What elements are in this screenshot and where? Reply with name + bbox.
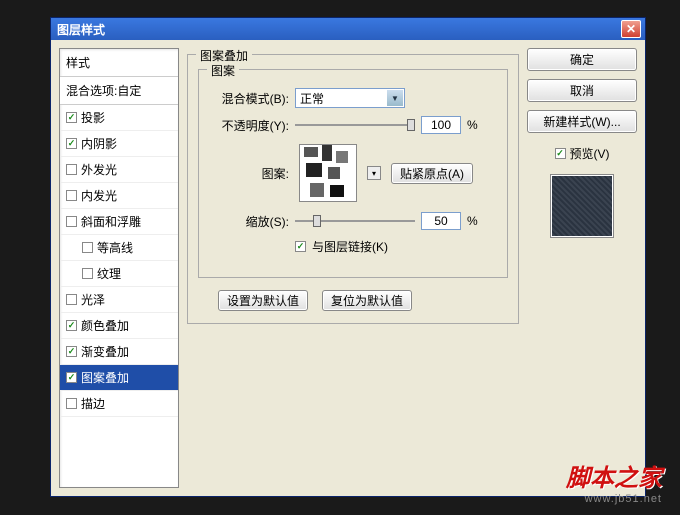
pattern-legend: 图案 xyxy=(207,62,239,79)
ok-button[interactable]: 确定 xyxy=(527,48,637,71)
pattern-overlay-group: 图案叠加 图案 混合模式(B): 正常 ▼ 不透明度(Y): xyxy=(187,54,519,324)
opacity-input[interactable]: 100 xyxy=(421,116,461,134)
cancel-button[interactable]: 取消 xyxy=(527,79,637,102)
style-checkbox[interactable] xyxy=(66,320,77,331)
style-checkbox[interactable] xyxy=(66,190,77,201)
style-label: 外发光 xyxy=(81,161,117,178)
set-default-button[interactable]: 设置为默认值 xyxy=(218,290,308,311)
style-item[interactable]: 投影 xyxy=(60,105,178,131)
scale-label: 缩放(S): xyxy=(211,213,289,230)
titlebar[interactable]: 图层样式 ✕ xyxy=(51,18,645,40)
style-item[interactable]: 内阴影 xyxy=(60,131,178,157)
close-button[interactable]: ✕ xyxy=(621,20,641,38)
style-label: 光泽 xyxy=(81,291,105,308)
watermark-url: www.jb51.net xyxy=(566,493,662,505)
style-label: 渐变叠加 xyxy=(81,343,129,360)
style-item[interactable]: 等高线 xyxy=(60,235,178,261)
opacity-label: 不透明度(Y): xyxy=(211,117,289,134)
style-label: 投影 xyxy=(81,109,105,126)
watermark: 脚本之家 www.jb51.net xyxy=(566,458,662,505)
opacity-slider[interactable] xyxy=(295,117,415,133)
style-item[interactable]: 颜色叠加 xyxy=(60,313,178,339)
style-checkbox[interactable] xyxy=(66,372,77,383)
action-panel: 确定 取消 新建样式(W)... 预览(V) xyxy=(527,48,637,488)
pattern-label: 图案: xyxy=(211,165,289,182)
style-label: 等高线 xyxy=(97,239,133,256)
style-label: 内阴影 xyxy=(81,135,117,152)
style-item[interactable]: 斜面和浮雕 xyxy=(60,209,178,235)
style-item[interactable]: 外发光 xyxy=(60,157,178,183)
style-checkbox[interactable] xyxy=(66,346,77,357)
window-title: 图层样式 xyxy=(55,21,621,38)
link-layer-label: 与图层链接(K) xyxy=(312,238,388,255)
style-item[interactable]: 纹理 xyxy=(60,261,178,287)
settings-panel: 图案叠加 图案 混合模式(B): 正常 ▼ 不透明度(Y): xyxy=(187,48,519,488)
styles-list: 样式 混合选项:自定 投影内阴影外发光内发光斜面和浮雕等高线纹理光泽颜色叠加渐变… xyxy=(59,48,179,488)
chevron-down-icon: ▼ xyxy=(387,90,403,106)
style-checkbox[interactable] xyxy=(66,398,77,409)
style-item[interactable]: 内发光 xyxy=(60,183,178,209)
scale-input[interactable]: 50 xyxy=(421,212,461,230)
style-checkbox[interactable] xyxy=(66,294,77,305)
close-icon: ✕ xyxy=(626,22,636,36)
new-style-button[interactable]: 新建样式(W)... xyxy=(527,110,637,133)
style-label: 颜色叠加 xyxy=(81,317,129,334)
watermark-text: 脚本之家 xyxy=(566,458,662,493)
styles-header: 样式 xyxy=(60,49,178,77)
style-checkbox[interactable] xyxy=(66,138,77,149)
blend-options-header[interactable]: 混合选项:自定 xyxy=(60,77,178,105)
style-item[interactable]: 渐变叠加 xyxy=(60,339,178,365)
link-layer-checkbox[interactable] xyxy=(295,241,306,252)
reset-default-button[interactable]: 复位为默认值 xyxy=(322,290,412,311)
style-checkbox[interactable] xyxy=(82,268,93,279)
pattern-fieldset: 图案 混合模式(B): 正常 ▼ 不透明度(Y): 100 xyxy=(198,69,508,278)
scale-slider[interactable] xyxy=(295,213,415,229)
snap-origin-button[interactable]: 贴紧原点(A) xyxy=(391,163,473,184)
style-checkbox[interactable] xyxy=(66,164,77,175)
blend-mode-label: 混合模式(B): xyxy=(211,90,289,107)
preview-label: 预览(V) xyxy=(570,145,610,162)
style-item[interactable]: 图案叠加 xyxy=(60,365,178,391)
pattern-dropdown-icon[interactable]: ▾ xyxy=(367,166,381,180)
pattern-swatch[interactable] xyxy=(299,144,357,202)
style-label: 斜面和浮雕 xyxy=(81,213,141,230)
preview-thumbnail xyxy=(550,174,614,238)
layer-style-dialog: 图层样式 ✕ 样式 混合选项:自定 投影内阴影外发光内发光斜面和浮雕等高线纹理光… xyxy=(50,17,646,497)
style-label: 图案叠加 xyxy=(81,369,129,386)
style-item[interactable]: 描边 xyxy=(60,391,178,417)
percent-label: % xyxy=(467,118,478,132)
style-label: 描边 xyxy=(81,395,105,412)
percent-label-2: % xyxy=(467,214,478,228)
style-checkbox[interactable] xyxy=(66,216,77,227)
style-label: 内发光 xyxy=(81,187,117,204)
blend-mode-value: 正常 xyxy=(300,90,324,107)
style-checkbox[interactable] xyxy=(82,242,93,253)
style-item[interactable]: 光泽 xyxy=(60,287,178,313)
style-checkbox[interactable] xyxy=(66,112,77,123)
preview-checkbox[interactable] xyxy=(555,148,566,159)
blend-mode-select[interactable]: 正常 ▼ xyxy=(295,88,405,108)
style-label: 纹理 xyxy=(97,265,121,282)
